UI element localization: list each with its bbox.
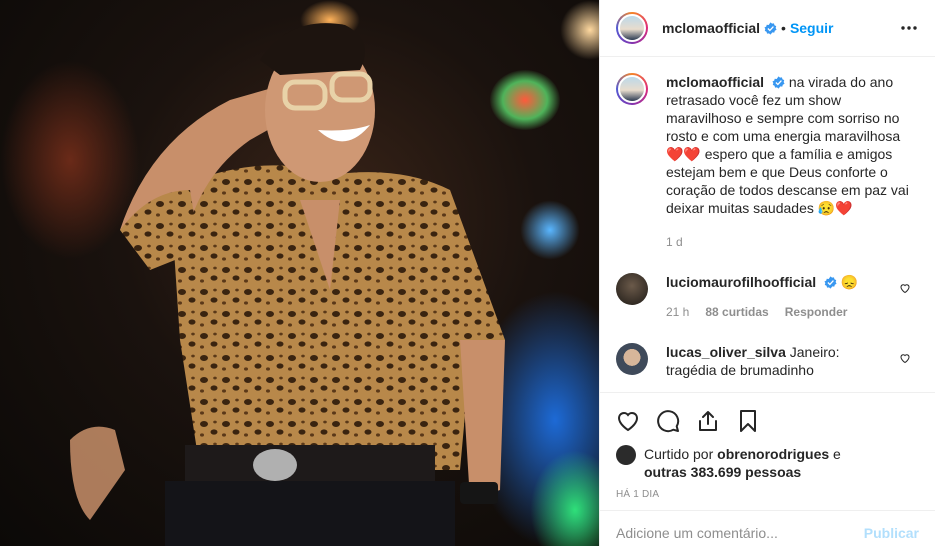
comment-username[interactable]: luciomaurofilhoofficial [666,274,816,290]
liked-by: Curtido por obrenorodrigues e outras 383… [616,445,919,481]
likes-count[interactable]: outras 383.699 pessoas [644,464,801,480]
comment-input[interactable] [616,525,864,541]
bookmark-icon[interactable] [728,401,768,441]
comment-text: 😞 [840,274,859,290]
ellipsis-icon[interactable] [899,18,919,38]
verified-icon [772,76,785,89]
post-username[interactable]: mclomaofficial [662,20,760,36]
comments-list[interactable]: mclomaofficial na virada do ano retrasad… [600,57,935,392]
liked-by-user[interactable]: obrenorodrigues [717,446,829,462]
avatar[interactable] [616,445,636,465]
share-icon[interactable] [688,401,728,441]
comment-item: lucas_oliver_silva Janeiro: tragédia de … [616,343,919,379]
avatar[interactable] [616,73,648,105]
post-header: mclomaofficial • Seguir [600,0,935,57]
reply-button[interactable]: Responder [785,303,848,321]
add-comment-bar: Publicar [600,510,935,546]
caption-text: na virada do ano retrasado você fez um s… [666,74,909,216]
post-actions: Curtido por obrenorodrigues e outras 383… [600,392,935,500]
follow-button[interactable]: Seguir [790,20,834,36]
comment-likes[interactable]: 88 curtidas [705,303,768,321]
avatar[interactable] [616,343,648,375]
comment-item: luciomaurofilhoofficial 😞 21 h 88 curtid… [616,273,919,321]
heart-icon[interactable] [608,401,648,441]
verified-icon [824,276,837,289]
separator-dot: • [781,20,786,36]
heart-icon[interactable] [899,352,911,364]
comment-icon[interactable] [648,401,688,441]
liked-by-prefix: Curtido por [644,446,718,462]
caption-username[interactable]: mclomaofficial [666,74,764,90]
avatar[interactable] [616,12,648,44]
caption-time[interactable]: 1 d [666,233,683,251]
comment-time[interactable]: 21 h [666,303,689,321]
post-comment-button[interactable]: Publicar [864,525,919,541]
comment-username[interactable]: lucas_oliver_silva [666,344,786,360]
verified-icon [764,21,777,35]
performer-illustration [70,23,505,546]
post-photo[interactable] [0,0,599,546]
caption-comment: mclomaofficial na virada do ano retrasad… [616,73,919,251]
avatar[interactable] [616,273,648,305]
post-details-panel: mclomaofficial • Seguir mclomaofficial n… [599,0,935,546]
heart-icon[interactable] [899,282,911,294]
post-time[interactable]: HÁ 1 DIA [616,489,919,500]
liked-by-middle: e [829,446,841,462]
